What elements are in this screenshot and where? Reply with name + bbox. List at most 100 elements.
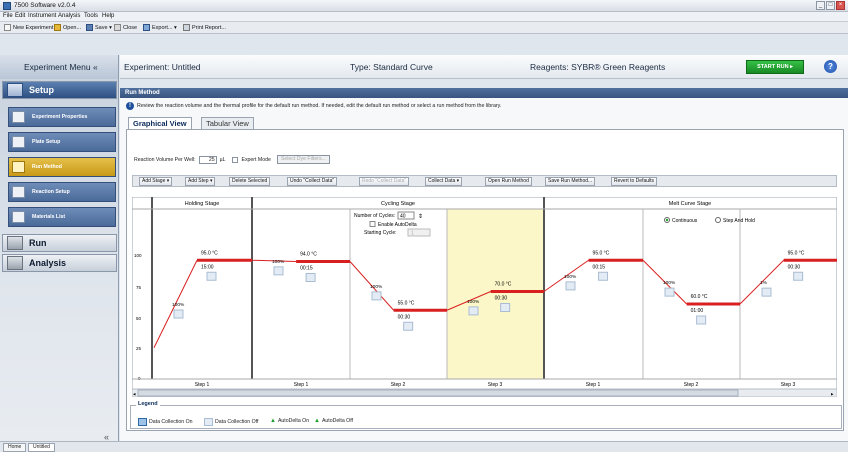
experiment-header: Experiment: Untitled Type: Standard Curv… <box>120 55 848 79</box>
sidebar-item-experiment-properties[interactable]: Experiment Properties <box>8 107 116 127</box>
camera-off-icon[interactable] <box>598 271 609 281</box>
step-time[interactable]: 00:30 <box>495 296 508 302</box>
camera-off-icon[interactable] <box>468 306 479 316</box>
step-temperature[interactable]: 70.0 °C <box>495 282 512 288</box>
step-time[interactable]: 00:15 <box>593 264 606 270</box>
tab-home[interactable]: Home <box>3 443 27 452</box>
step-temperature[interactable]: 95.0 °C <box>593 250 610 256</box>
camera-off-icon[interactable] <box>664 287 675 297</box>
undo-button[interactable]: Undo "Collect Data" <box>287 177 338 186</box>
step-temperature[interactable]: 95.0 °C <box>201 250 218 256</box>
legend-autodelta-off: ▲ AutoDelta Off <box>314 418 353 424</box>
open-run-method-button[interactable]: Open Run Method <box>485 177 532 186</box>
cycles-stepper[interactable]: ⇕ <box>418 213 423 220</box>
reaction-volume-row: Reaction Volume Per Well: 25 µL Expert M… <box>134 155 330 164</box>
camera-off-icon[interactable] <box>696 315 707 325</box>
step-and-hold-radio[interactable] <box>715 217 721 223</box>
collect-data-button[interactable]: Collect Data ▾ <box>425 177 463 186</box>
step-time[interactable]: 00:30 <box>398 314 411 320</box>
export-button[interactable]: Export... ▾ <box>143 24 177 31</box>
step-temperature[interactable]: 60.0 °C <box>691 294 708 300</box>
menu-instrument[interactable]: Instrument <box>28 13 56 19</box>
step-time[interactable]: 00:15 <box>300 266 313 272</box>
step-temperature[interactable]: 94.0 °C <box>300 252 317 258</box>
sidebar-item-materials-list[interactable]: Materials List <box>8 207 116 227</box>
ramp-rate[interactable]: 100% <box>663 280 676 286</box>
ramp-rate[interactable]: 100% <box>370 284 383 290</box>
menu-edit[interactable]: Edit <box>15 13 25 19</box>
camera-off-icon[interactable] <box>403 321 414 331</box>
sidebar-item-label: Plate Setup <box>32 139 61 145</box>
save-button[interactable]: Save ▾ <box>86 24 112 31</box>
tab-tabular-view[interactable]: Tabular View <box>201 117 254 129</box>
sidebar-item-reaction-setup[interactable]: Reaction Setup <box>8 182 116 202</box>
start-run-button[interactable]: START RUN ▸ <box>746 60 804 74</box>
menu-help[interactable]: Help <box>102 13 114 19</box>
ramp-rate[interactable]: 1% <box>760 280 768 286</box>
nav-setup[interactable]: Setup <box>2 81 117 99</box>
menu-file[interactable]: File <box>3 13 13 19</box>
save-run-method-button[interactable]: Save Run Method... <box>545 177 596 186</box>
experiment-menu-header[interactable]: Experiment Menu « <box>0 55 119 79</box>
camera-off-icon[interactable] <box>206 271 217 281</box>
ramp-rate[interactable]: 100% <box>467 299 480 305</box>
tab-untitled[interactable]: Untitled <box>28 443 55 452</box>
tab-graphical-view[interactable]: Graphical View <box>128 117 192 129</box>
add-step-button[interactable]: Add Step ▾ <box>185 177 216 186</box>
nav-run[interactable]: Run <box>2 234 117 252</box>
legend-data-collection-on: Data Collection On <box>138 418 193 426</box>
run-icon <box>7 236 23 250</box>
step-time[interactable]: 00:30 <box>788 264 801 270</box>
chart-scrollbar-thumb[interactable] <box>137 389 739 397</box>
close-experiment-button[interactable]: Close <box>114 24 137 31</box>
menu-tools[interactable]: Tools <box>84 13 98 19</box>
step-temperature[interactable]: 95.0 °C <box>788 250 805 256</box>
maximize-button[interactable]: □ <box>826 1 835 10</box>
help-icon[interactable]: ? <box>824 60 837 73</box>
close-label: Close <box>123 24 138 31</box>
plate-icon <box>12 136 25 148</box>
close-icon <box>114 24 121 31</box>
save-label: Save ▾ <box>95 24 112 31</box>
sidebar-item-plate-setup[interactable]: Plate Setup <box>8 132 116 152</box>
add-stage-button[interactable]: Add Stage ▾ <box>139 177 173 186</box>
print-report-button[interactable]: Print Report... <box>183 24 226 31</box>
camera-off-icon[interactable] <box>371 291 382 301</box>
nav-analysis-label: Analysis <box>29 258 67 268</box>
camera-off-icon[interactable] <box>500 303 511 312</box>
experiment-reagents: Reagents: SYBR® Green Reagents <box>530 62 666 72</box>
camera-off-icon[interactable] <box>273 266 284 276</box>
step-label: Step 2 <box>684 382 699 388</box>
ramp-rate[interactable]: 100% <box>272 259 285 265</box>
run-method-title: Run Method <box>120 88 848 98</box>
sidebar-item-run-method[interactable]: Run Method <box>8 157 116 177</box>
delete-selected-button[interactable]: Delete Selected <box>229 177 271 186</box>
camera-off-icon[interactable] <box>793 271 804 281</box>
melt-curve-stage-label: Melt Curve Stage <box>669 201 712 207</box>
nav-analysis[interactable]: Analysis <box>2 254 117 272</box>
camera-off-icon[interactable] <box>761 287 772 297</box>
open-button[interactable]: Open... <box>54 24 81 31</box>
new-experiment-button[interactable]: New Experiment ▾ <box>4 24 58 31</box>
camera-off-icon[interactable] <box>173 309 184 319</box>
camera-off-icon[interactable] <box>305 273 316 282</box>
close-button[interactable]: × <box>836 1 845 10</box>
continuous-label: Continuous <box>672 218 698 224</box>
step-time[interactable]: 15:00 <box>201 264 214 270</box>
starting-cycle-label: Starting Cycle: <box>364 230 397 236</box>
revert-to-defaults-button[interactable]: Revert to Defaults <box>611 177 658 186</box>
ramp-rate[interactable]: 100% <box>172 302 185 308</box>
reaction-volume-input[interactable]: 25 <box>198 155 217 164</box>
ramp-rate[interactable]: 100% <box>564 274 577 280</box>
autodelta-checkbox[interactable] <box>369 221 376 227</box>
step-time[interactable]: 01:00 <box>691 308 704 314</box>
analysis-icon <box>7 256 23 270</box>
menu-analysis[interactable]: Analysis <box>58 13 80 19</box>
expert-mode-checkbox[interactable] <box>232 156 239 163</box>
experiment-menu-label: Experiment Menu « <box>24 62 98 72</box>
select-dye-filters-button[interactable]: Select Dye Filters... <box>276 155 330 164</box>
step-temperature[interactable]: 55.0 °C <box>398 300 415 306</box>
redo-button[interactable]: Redo "Collect Data" <box>359 177 410 186</box>
minimize-button[interactable]: _ <box>816 1 825 10</box>
camera-off-icon[interactable] <box>565 281 576 291</box>
